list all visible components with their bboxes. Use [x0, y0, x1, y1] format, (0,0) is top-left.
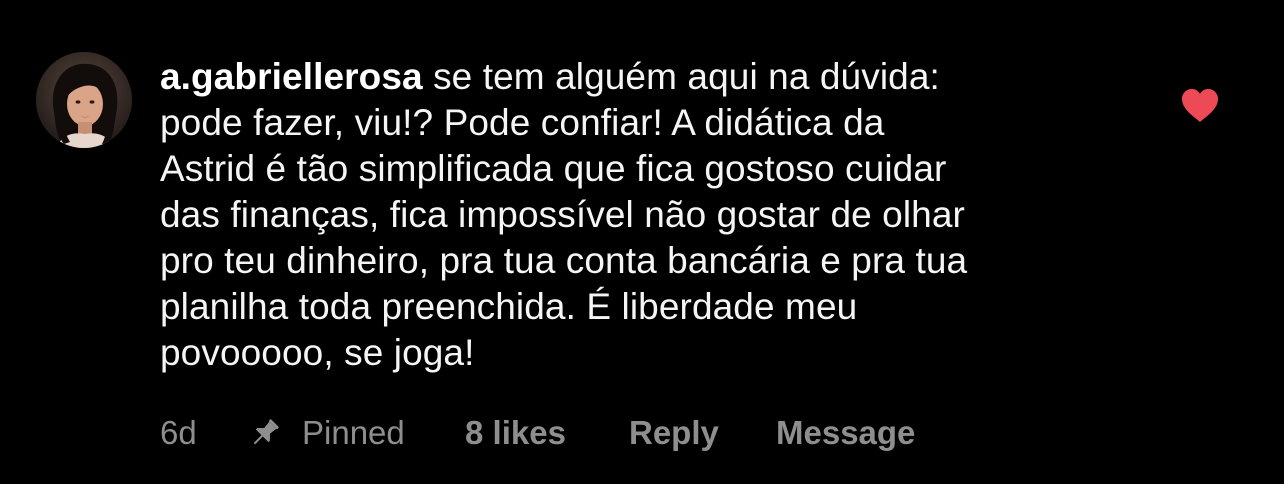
pinned-label: Pinned — [302, 414, 405, 451]
comment-line: a.gabriellerosa se tem alguém aqui na dú… — [160, 54, 1140, 100]
comment-text: povooooo, se joga! — [160, 332, 475, 373]
avatar[interactable] — [36, 52, 132, 148]
comment-username[interactable]: a.gabriellerosa — [160, 56, 423, 97]
comment: a.gabriellerosa se tem alguém aqui na dú… — [0, 0, 1284, 484]
comment-text: planilha toda preenchida. É liberdade me… — [160, 286, 858, 327]
reply-button[interactable]: Reply — [629, 410, 719, 456]
comment-body: a.gabriellerosa se tem alguém aqui na dú… — [160, 54, 1140, 376]
pin-icon — [248, 416, 282, 450]
avatar-image — [36, 52, 132, 148]
comment-text: Astrid é tão simplificada que fica gosto… — [160, 148, 947, 189]
heart-filled-icon[interactable] — [1180, 88, 1220, 124]
comment-text: se tem alguém aqui na dúvida: — [422, 56, 940, 97]
message-button[interactable]: Message — [776, 410, 915, 456]
likes-button[interactable]: 8 likes — [465, 410, 566, 456]
comment-text: pro teu dinheiro, pra tua conta bancária… — [160, 240, 968, 281]
comment-age: 6d — [160, 414, 197, 451]
comment-text: das finanças, fica impossível não gostar… — [160, 194, 965, 235]
comment-text: pode fazer, viu!? Pode confiar! A didáti… — [160, 102, 885, 143]
